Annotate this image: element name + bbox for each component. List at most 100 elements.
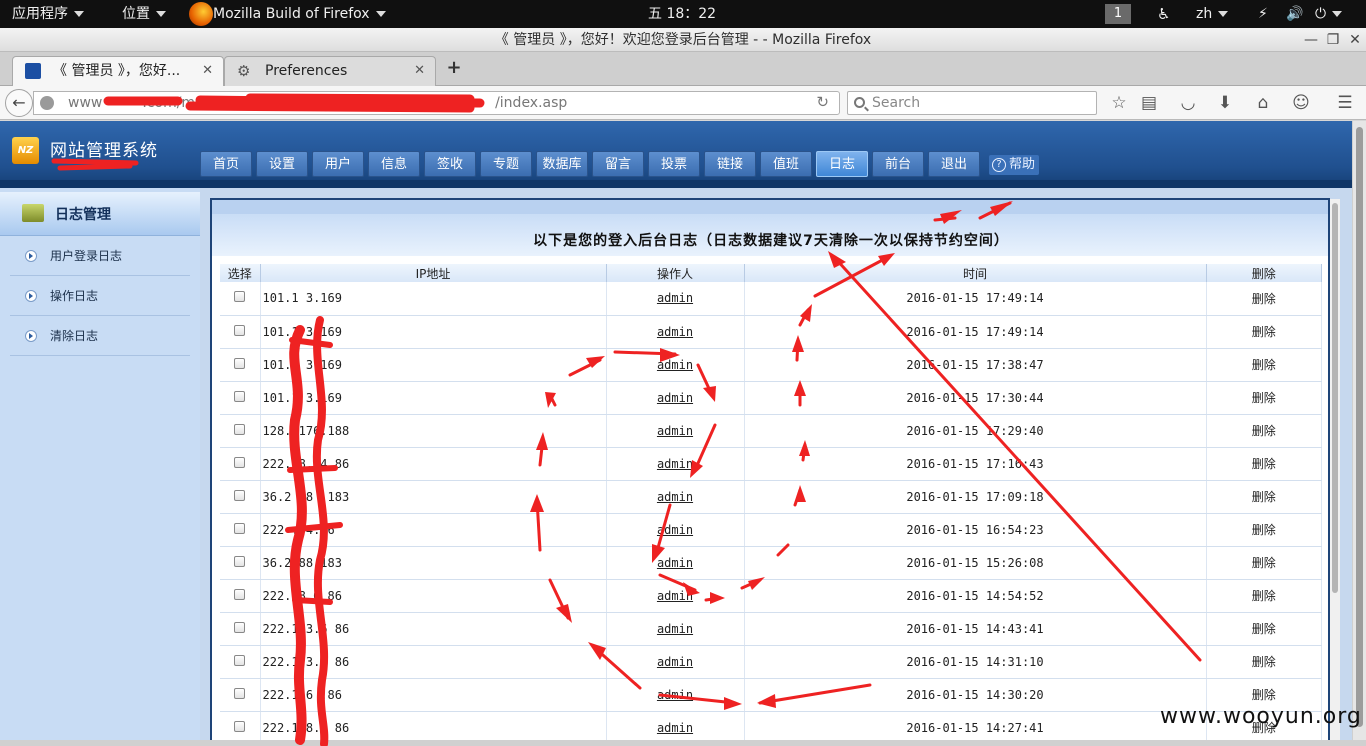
operator-link[interactable]: admin: [657, 721, 693, 735]
nav-item-6[interactable]: 数据库: [536, 151, 588, 177]
sidebar-item-operation-log[interactable]: 操作日志: [10, 276, 190, 316]
operator-link[interactable]: admin: [657, 523, 693, 537]
nav-item-5[interactable]: 专题: [480, 151, 532, 177]
operator-link[interactable]: admin: [657, 688, 693, 702]
home-icon[interactable]: ⌂: [1250, 90, 1276, 116]
page-scrollbar-thumb[interactable]: [1356, 127, 1363, 727]
nav-item-7[interactable]: 留言: [592, 151, 644, 177]
nav-item-13[interactable]: 退出: [928, 151, 980, 177]
clock[interactable]: 五 18：22: [648, 0, 716, 28]
operator-link[interactable]: admin: [657, 622, 693, 636]
operator-link[interactable]: admin: [657, 391, 693, 405]
back-button[interactable]: ←: [5, 89, 33, 117]
nav-item-0[interactable]: 首页: [200, 151, 252, 177]
sidebar-item-login-log[interactable]: 用户登录日志: [10, 236, 190, 276]
delete-link[interactable]: 删除: [1252, 556, 1276, 570]
maximize-button[interactable]: ❐: [1322, 28, 1344, 52]
hamburger-menu-icon[interactable]: ☰: [1332, 90, 1358, 116]
operator-link[interactable]: admin: [657, 655, 693, 669]
row-checkbox[interactable]: [234, 522, 246, 534]
content-scrollbar-thumb[interactable]: [1332, 203, 1338, 593]
operator-link[interactable]: admin: [657, 424, 693, 438]
row-checkbox[interactable]: [234, 555, 246, 567]
nav-item-4[interactable]: 签收: [424, 151, 476, 177]
chat-icon[interactable]: ☺: [1288, 90, 1314, 116]
places-menu[interactable]: 位置: [122, 0, 166, 28]
delete-link[interactable]: 删除: [1252, 523, 1276, 537]
operator-link[interactable]: admin: [657, 325, 693, 339]
nav-item-12[interactable]: 前台: [872, 151, 924, 177]
operator-link[interactable]: admin: [657, 291, 693, 305]
nav-item-10[interactable]: 值班: [760, 151, 812, 177]
row-select-cell: [220, 315, 261, 349]
row-checkbox[interactable]: [234, 588, 246, 600]
row-checkbox[interactable]: [234, 357, 246, 369]
network-icon[interactable]: ⚡: [1258, 0, 1268, 28]
delete-link[interactable]: 删除: [1252, 622, 1276, 636]
row-checkbox[interactable]: [234, 489, 246, 501]
minimize-button[interactable]: —: [1300, 28, 1322, 52]
nav-item-3[interactable]: 信息: [368, 151, 420, 177]
sidebar-item-clear-log[interactable]: 清除日志: [10, 316, 190, 356]
help-button[interactable]: ? 帮助: [989, 155, 1040, 175]
operator-link[interactable]: admin: [657, 358, 693, 372]
delete-link[interactable]: 删除: [1252, 391, 1276, 405]
pocket-icon[interactable]: ◡: [1175, 90, 1201, 116]
content-scrollbar[interactable]: [1330, 199, 1340, 740]
row-checkbox[interactable]: [234, 390, 246, 402]
close-tab-icon[interactable]: ✕: [202, 57, 213, 85]
delete-link[interactable]: 删除: [1252, 457, 1276, 471]
page-scrollbar[interactable]: [1352, 121, 1366, 740]
delete-link[interactable]: 删除: [1252, 490, 1276, 504]
input-method-menu[interactable]: zh: [1196, 0, 1229, 28]
reading-list-icon[interactable]: ▤: [1136, 90, 1162, 116]
header-divider: [0, 180, 1352, 188]
nav-item-1[interactable]: 设置: [256, 151, 308, 177]
row-checkbox[interactable]: [234, 621, 246, 633]
delete-link[interactable]: 删除: [1252, 325, 1276, 339]
bookmark-star-icon[interactable]: ☆: [1106, 90, 1132, 116]
close-window-button[interactable]: ✕: [1344, 28, 1366, 52]
delete-link[interactable]: 删除: [1252, 688, 1276, 702]
reload-icon[interactable]: ↻: [816, 93, 829, 111]
operator-link[interactable]: admin: [657, 556, 693, 570]
table-row: 101.1 3.169 admin 2016-01-15 17:30:44 删除: [220, 381, 1322, 415]
url-bar[interactable]: www .com/m/index.asp ↻: [33, 91, 840, 115]
nav-item-2[interactable]: 用户: [312, 151, 364, 177]
row-checkbox[interactable]: [234, 654, 246, 666]
operator-cell: admin: [606, 612, 745, 646]
delete-link[interactable]: 删除: [1252, 292, 1276, 306]
new-tab-button[interactable]: +: [444, 58, 464, 78]
delete-link[interactable]: 删除: [1252, 358, 1276, 372]
tab-admin[interactable]: 《 管理员 》，您好... ✕: [12, 56, 224, 86]
operator-link[interactable]: admin: [657, 457, 693, 471]
row-checkbox[interactable]: [234, 291, 246, 303]
nav-item-11[interactable]: 日志: [816, 151, 868, 177]
delete-link[interactable]: 删除: [1252, 424, 1276, 438]
tab-preferences[interactable]: ⚙ Preferences ✕: [224, 56, 436, 86]
operator-link[interactable]: admin: [657, 589, 693, 603]
accessibility-icon[interactable]: ♿: [1157, 0, 1170, 28]
delete-link[interactable]: 删除: [1252, 589, 1276, 603]
row-checkbox[interactable]: [234, 456, 246, 468]
applications-menu[interactable]: 应用程序: [12, 0, 84, 28]
row-checkbox[interactable]: [234, 687, 246, 699]
nav-item-9[interactable]: 链接: [704, 151, 756, 177]
nav-item-8[interactable]: 投票: [648, 151, 700, 177]
site-info-icon[interactable]: [40, 96, 54, 110]
delete-link[interactable]: 删除: [1252, 655, 1276, 669]
volume-icon[interactable]: 🔊: [1286, 0, 1303, 28]
active-app-menu[interactable]: Mozilla Build of Firefox: [213, 0, 386, 28]
row-checkbox[interactable]: [234, 324, 246, 336]
operator-link[interactable]: admin: [657, 490, 693, 504]
downloads-icon[interactable]: ⬇: [1212, 90, 1238, 116]
time-cell: 2016-01-15 17:16:43: [744, 447, 1207, 481]
workspace-indicator[interactable]: 1: [1105, 4, 1131, 24]
table-row: 222 . 4.86 admin 2016-01-15 16:54:23 删除: [220, 513, 1322, 547]
screenshot-root: 应用程序 位置 Mozilla Build of Firefox 五 18：22…: [0, 0, 1366, 746]
close-tab-icon[interactable]: ✕: [414, 57, 425, 85]
row-checkbox[interactable]: [234, 423, 246, 435]
power-icon[interactable]: ⏻: [1315, 0, 1343, 28]
search-input[interactable]: Search: [847, 91, 1097, 115]
row-checkbox[interactable]: [234, 720, 246, 732]
